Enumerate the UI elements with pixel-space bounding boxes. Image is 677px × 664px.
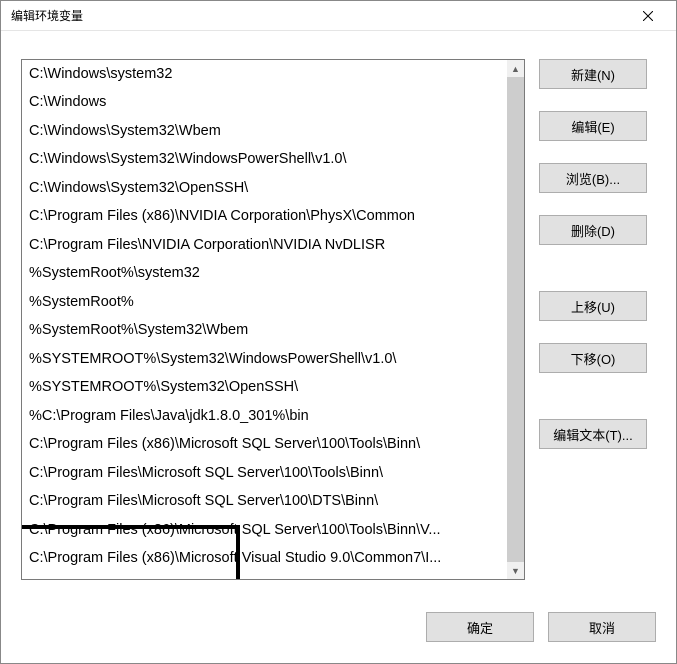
list-item[interactable]: %SystemRoot%\System32\Wbem — [22, 316, 507, 344]
list-item[interactable]: C:\Program Files (x86)\Microsoft SQL Ser… — [22, 430, 507, 458]
scroll-track[interactable] — [507, 77, 524, 562]
titlebar: 编辑环境变量 — [1, 1, 676, 31]
move-up-button[interactable]: 上移(U) — [539, 291, 647, 321]
close-icon[interactable] — [628, 2, 668, 30]
ok-button[interactable]: 确定 — [426, 612, 534, 642]
list-item[interactable]: C:\Program Files (x86)\Microsoft SQL Ser… — [22, 572, 507, 579]
scroll-down-icon[interactable]: ▼ — [507, 562, 524, 579]
path-listbox[interactable]: C:\Windows\system32C:\WindowsC:\Windows\… — [21, 59, 525, 580]
browse-button[interactable]: 浏览(B)... — [539, 163, 647, 193]
list-item[interactable]: %SYSTEMROOT%\System32\WindowsPowerShell\… — [22, 345, 507, 373]
list-item[interactable]: C:\Windows\System32\WindowsPowerShell\v1… — [22, 145, 507, 173]
content-area: C:\Windows\system32C:\WindowsC:\Windows\… — [1, 31, 676, 603]
footer: 确定 取消 — [1, 603, 676, 663]
list-item[interactable]: C:\Program Files (x86)\NVIDIA Corporatio… — [22, 202, 507, 230]
list-item[interactable]: C:\Windows\system32 — [22, 60, 507, 88]
list-item[interactable]: C:\Windows\System32\OpenSSH\ — [22, 174, 507, 202]
cancel-button[interactable]: 取消 — [548, 612, 656, 642]
list-item[interactable]: %SYSTEMROOT%\System32\OpenSSH\ — [22, 373, 507, 401]
scrollbar[interactable]: ▲ ▼ — [507, 60, 524, 579]
edit-button[interactable]: 编辑(E) — [539, 111, 647, 141]
move-down-button[interactable]: 下移(O) — [539, 343, 647, 373]
scroll-up-icon[interactable]: ▲ — [507, 60, 524, 77]
list-item[interactable]: %SystemRoot% — [22, 288, 507, 316]
list-item[interactable]: %SystemRoot%\system32 — [22, 259, 507, 287]
new-button[interactable]: 新建(N) — [539, 59, 647, 89]
list-item[interactable]: C:\Program Files\Microsoft SQL Server\10… — [22, 487, 507, 515]
env-var-dialog: 编辑环境变量 C:\Windows\system32C:\WindowsC:\W… — [0, 0, 677, 664]
dialog-title: 编辑环境变量 — [11, 7, 83, 24]
delete-button[interactable]: 删除(D) — [539, 215, 647, 245]
list-item[interactable]: C:\Program Files\Microsoft SQL Server\10… — [22, 459, 507, 487]
list-item[interactable]: C:\Program Files (x86)\Microsoft Visual … — [22, 544, 507, 572]
edit-text-button[interactable]: 编辑文本(T)... — [539, 419, 647, 449]
list-item[interactable]: C:\Windows — [22, 88, 507, 116]
list-item[interactable]: %C:\Program Files\Java\jdk1.8.0_301%\bin — [22, 402, 507, 430]
list-item[interactable]: C:\Program Files (x86)\Microsoft SQL Ser… — [22, 516, 507, 544]
list-item[interactable]: C:\Windows\System32\Wbem — [22, 117, 507, 145]
button-column: 新建(N) 编辑(E) 浏览(B)... 删除(D) 上移(U) 下移(O) 编… — [539, 59, 647, 593]
list-item[interactable]: C:\Program Files\NVIDIA Corporation\NVID… — [22, 231, 507, 259]
scroll-thumb[interactable] — [507, 77, 524, 562]
